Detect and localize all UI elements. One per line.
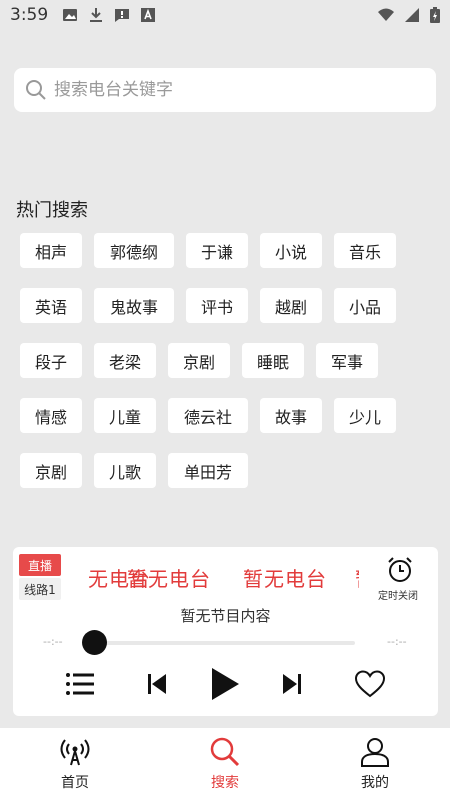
status-time: 3:59 xyxy=(10,5,49,25)
timer-label: 定时关闭 xyxy=(378,591,418,602)
user-icon xyxy=(361,738,389,767)
tag-row: 英语 鬼故事 评书 越剧 小品 xyxy=(20,288,440,323)
hot-search-tag[interactable]: 儿歌 xyxy=(94,453,156,488)
nav-item-home[interactable]: 首页 xyxy=(0,728,150,800)
search-icon xyxy=(26,80,46,100)
tag-row: 段子 老梁 京剧 睡眠 军事 xyxy=(20,343,440,378)
wifi-icon xyxy=(378,8,394,21)
nav-item-search[interactable]: 搜索 xyxy=(150,728,300,800)
hot-search-tag[interactable]: 睡眠 xyxy=(242,343,304,378)
heart-icon xyxy=(355,670,385,698)
previous-button[interactable] xyxy=(145,671,169,697)
marquee-text: 暂无电台 xyxy=(355,563,359,591)
station-marquee: 暂无电台 暂无电台 暂无电台 暂无电台 xyxy=(87,563,359,591)
hot-search-tag[interactable]: 评书 xyxy=(186,288,248,323)
next-button[interactable] xyxy=(280,671,304,697)
hot-search-tag[interactable]: 越剧 xyxy=(260,288,322,323)
hot-search-tag[interactable]: 相声 xyxy=(20,233,82,268)
hot-search-tag[interactable]: 段子 xyxy=(20,343,82,378)
skip-previous-icon xyxy=(148,674,166,694)
nav-label: 我的 xyxy=(361,775,389,791)
alert-icon xyxy=(115,9,130,22)
status-bar: 3:59 xyxy=(0,0,450,30)
live-badge: 直播 xyxy=(19,554,61,576)
tag-row: 京剧 儿歌 单田芳 xyxy=(20,453,440,488)
progress-knob[interactable] xyxy=(82,630,107,655)
battery-icon xyxy=(430,7,440,23)
player-card: 直播 线路1 暂无电台 暂无电台 暂无电台 暂无电台 定时关闭 暂无节目内容 -… xyxy=(13,547,438,716)
hot-search-tag[interactable]: 故事 xyxy=(260,398,322,433)
signal-icon xyxy=(405,8,419,22)
search-icon xyxy=(210,737,240,767)
hot-search-tag[interactable]: 儿童 xyxy=(94,398,156,433)
hot-search-tag[interactable]: 音乐 xyxy=(334,233,396,268)
nav-label: 首页 xyxy=(61,775,89,791)
favorite-button[interactable] xyxy=(354,669,386,699)
download-icon xyxy=(90,8,103,22)
status-icons-right xyxy=(378,7,440,23)
hot-search-tag[interactable]: 郭德纲 xyxy=(94,233,174,268)
tag-row: 情感 儿童 德云社 故事 少儿 xyxy=(20,398,440,433)
marquee-text: 暂无电台 xyxy=(243,567,327,591)
search-box[interactable] xyxy=(14,68,436,112)
hot-search-tag[interactable]: 单田芳 xyxy=(168,453,248,488)
hot-search-tag[interactable]: 鬼故事 xyxy=(94,288,174,323)
bottom-nav: 首页 搜索 我的 xyxy=(0,728,450,800)
nav-label: 搜索 xyxy=(211,775,239,791)
hot-search-tag[interactable]: 军事 xyxy=(316,343,378,378)
skip-next-icon xyxy=(283,674,301,694)
alarm-clock-icon[interactable] xyxy=(386,556,414,584)
hot-search-title: 热门搜索 xyxy=(16,200,88,221)
hot-search-tag[interactable]: 京剧 xyxy=(20,453,82,488)
nav-item-mine[interactable]: 我的 xyxy=(300,728,450,800)
hot-search-tag[interactable]: 小说 xyxy=(260,233,322,268)
hot-search-tag[interactable]: 老梁 xyxy=(94,343,156,378)
play-button[interactable] xyxy=(208,665,242,703)
hot-search-tag[interactable]: 英语 xyxy=(20,288,82,323)
hot-search-tag[interactable]: 京剧 xyxy=(168,343,230,378)
line-select-button[interactable]: 线路1 xyxy=(19,578,61,600)
hot-search-tag[interactable]: 小品 xyxy=(334,288,396,323)
progress-track[interactable] xyxy=(93,641,355,645)
playlist-button[interactable] xyxy=(65,669,95,699)
marquee-text: 暂无电台 xyxy=(127,567,211,591)
time-elapsed: --:-- xyxy=(43,635,63,648)
tag-row: 相声 郭德纲 于谦 小说 音乐 xyxy=(20,233,440,268)
image-icon xyxy=(63,9,78,21)
play-icon xyxy=(212,668,239,700)
hot-search-tag[interactable]: 情感 xyxy=(20,398,82,433)
font-icon xyxy=(141,8,156,22)
status-icons-left xyxy=(62,7,156,23)
hot-search-tags: 相声 郭德纲 于谦 小说 音乐 英语 鬼故事 评书 越剧 小品 段子 老梁 京剧… xyxy=(20,233,440,508)
hot-search-tag[interactable]: 德云社 xyxy=(168,398,248,433)
list-icon xyxy=(66,673,94,695)
time-total: --:-- xyxy=(387,635,407,648)
hot-search-tag[interactable]: 于谦 xyxy=(186,233,248,268)
search-input[interactable] xyxy=(54,80,414,100)
radio-tower-icon xyxy=(60,739,90,766)
hot-search-tag[interactable]: 少儿 xyxy=(334,398,396,433)
program-text: 暂无节目内容 xyxy=(180,607,271,625)
